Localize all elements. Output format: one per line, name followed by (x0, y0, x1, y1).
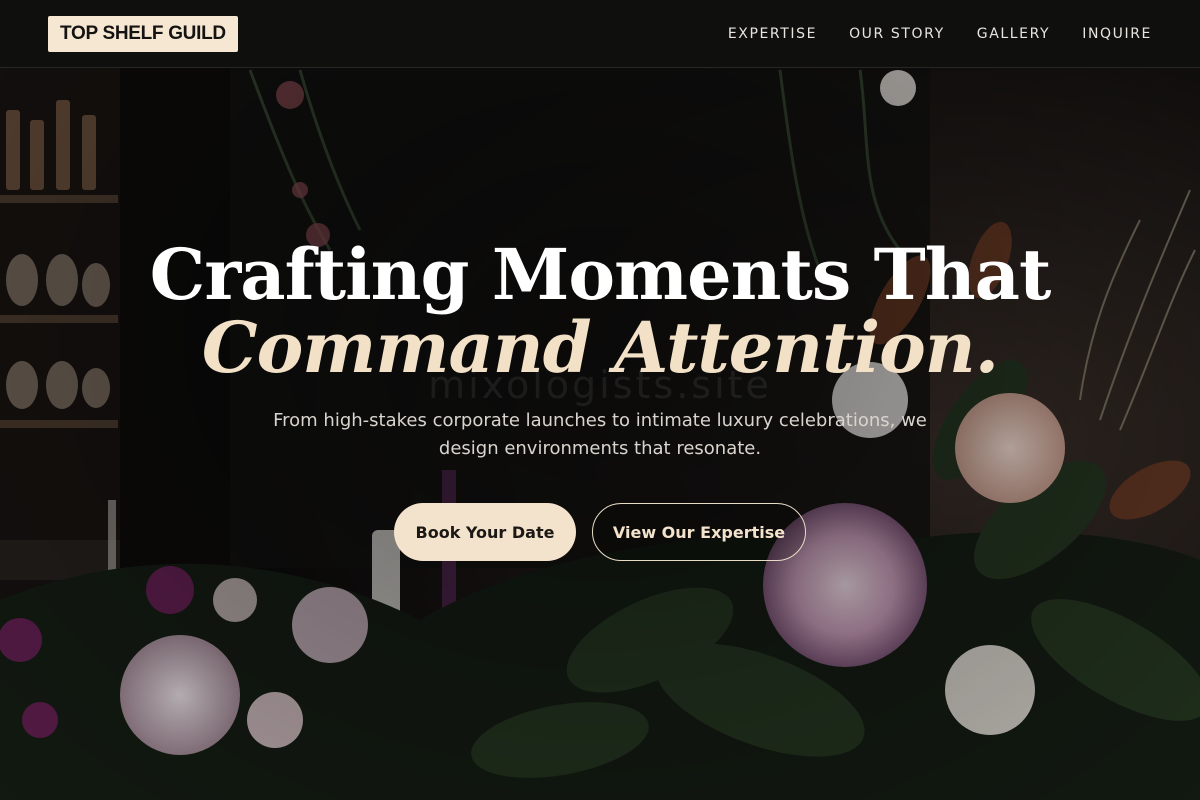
nav-item-our-story: OUR STORY (849, 25, 945, 43)
hero-subtitle: From high-stakes corporate launches to i… (273, 410, 927, 459)
nav-link-our-story[interactable]: OUR STORY (849, 26, 945, 42)
nav-item-inquire: INQUIRE (1082, 25, 1152, 43)
nav-link-inquire[interactable]: INQUIRE (1082, 26, 1152, 42)
book-your-date-button[interactable]: Book Your Date (394, 503, 576, 561)
nav-link-expertise[interactable]: EXPERTISE (728, 26, 817, 42)
watermark-text: mixologists.site (428, 363, 772, 407)
nav-item-expertise: EXPERTISE (728, 25, 817, 43)
hero-section: Crafting Moments That Command Attention.… (0, 68, 1200, 800)
top-navbar: TOP SHELF GUILD EXPERTISE OUR STORY GALL… (0, 0, 1200, 68)
nav-links: EXPERTISE OUR STORY GALLERY INQUIRE (728, 25, 1152, 43)
nav-link-gallery[interactable]: GALLERY (977, 26, 1050, 42)
view-our-expertise-button[interactable]: View Our Expertise (592, 503, 806, 561)
hero-title: Crafting Moments That (149, 233, 1052, 316)
brand-logo[interactable]: TOP SHELF GUILD (48, 15, 238, 52)
nav-item-gallery: GALLERY (977, 25, 1050, 43)
